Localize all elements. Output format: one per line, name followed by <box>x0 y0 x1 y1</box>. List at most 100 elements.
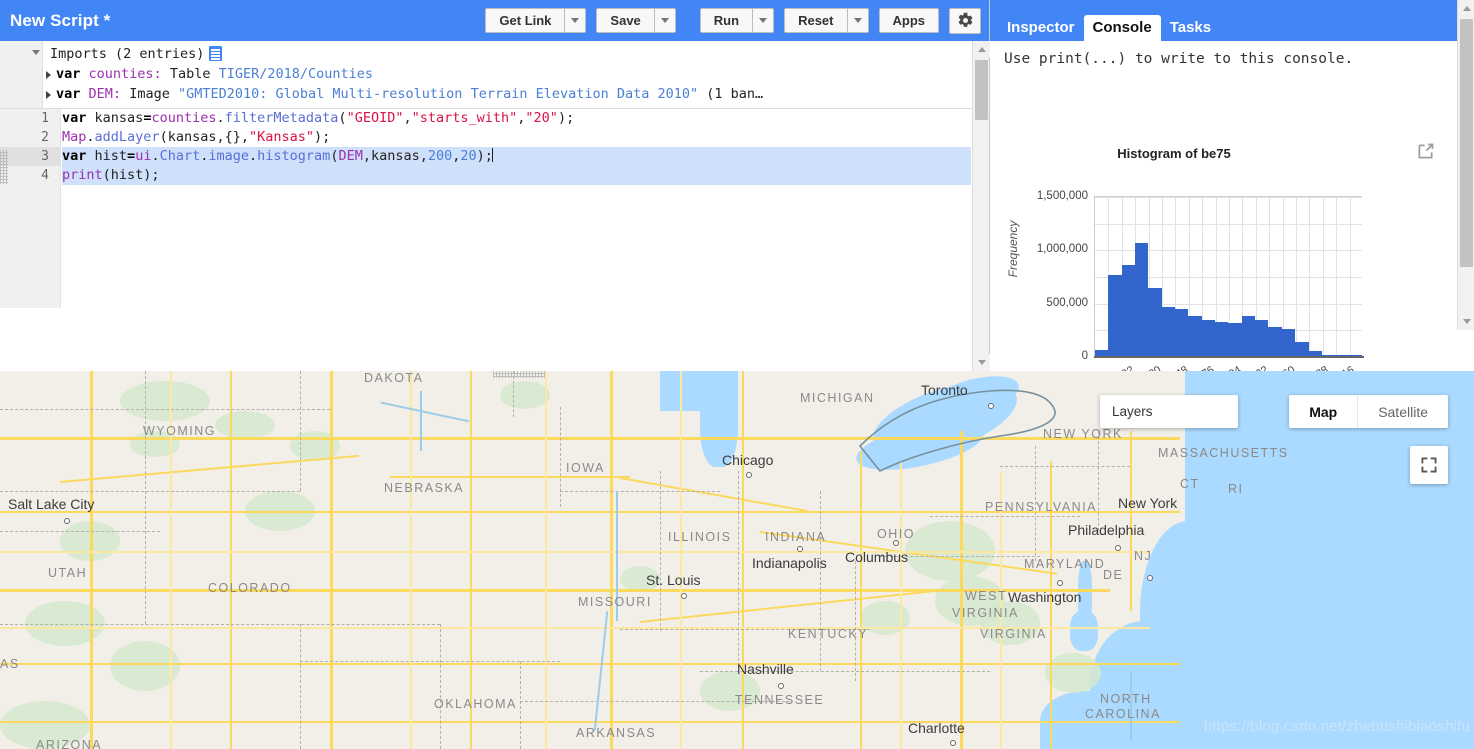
chart-bar[interactable] <box>1175 309 1189 356</box>
map-city-label: Columbus <box>845 549 909 565</box>
watermark-text: https://blog.csdn.net/zhebushibiaoshifu <box>1203 718 1470 735</box>
reset-group: Reset <box>784 8 869 33</box>
map-state-label: CT <box>1180 477 1200 491</box>
import-entry-dem[interactable]: var DEM: Image "GMTED2010: Global Multi-… <box>0 84 989 104</box>
chart-x-axis <box>1094 356 1364 358</box>
chart-x-tick-label: 1216 <box>1330 364 1357 371</box>
chart-bar[interactable] <box>1255 319 1269 356</box>
map-state-label: MISSOURI <box>578 595 652 609</box>
panel-drag-handle[interactable] <box>0 150 8 184</box>
reset-dropdown-arrow[interactable] <box>846 8 869 33</box>
fullscreen-icon <box>1421 457 1437 473</box>
scroll-down-arrow-icon[interactable] <box>973 354 990 371</box>
tab-inspector[interactable]: Inspector <box>998 15 1084 41</box>
map-state-label: NJ <box>1134 549 1153 563</box>
script-title: New Script * <box>10 10 111 30</box>
note-icon[interactable] <box>209 46 223 61</box>
map-city-dot <box>1147 575 1153 581</box>
apps-button[interactable]: Apps <box>878 8 939 33</box>
expand-caret-icon[interactable] <box>46 71 51 79</box>
chart-bars <box>1095 197 1362 356</box>
imports-collapse-caret-icon[interactable] <box>32 50 40 55</box>
import-value: TIGER/2018/Counties <box>218 66 374 82</box>
map-state-label: COLORADO <box>208 581 292 595</box>
line-number: 2 <box>41 130 49 145</box>
map-city-dot <box>746 472 752 478</box>
save-dropdown-arrow[interactable] <box>653 8 676 33</box>
console-scrollbar[interactable] <box>1457 0 1474 330</box>
console-panel: Inspector Console Tasks Use print(...) t… <box>990 0 1474 371</box>
scroll-up-arrow-icon[interactable] <box>1458 0 1474 17</box>
scroll-down-arrow-icon[interactable] <box>1458 313 1474 330</box>
chart-bar[interactable] <box>1135 243 1149 356</box>
editor-scrollbar[interactable] <box>972 41 990 371</box>
map-state-label: WYOMING <box>143 424 216 438</box>
tab-tasks[interactable]: Tasks <box>1161 15 1220 41</box>
chart-x-tick-label: 960 <box>1275 364 1297 371</box>
map-city-dot <box>893 540 899 546</box>
code-text[interactable]: var kansas=counties.filterMetadata("GEOI… <box>62 109 971 185</box>
map-resize-handle[interactable] <box>493 371 545 378</box>
chart-bar[interactable] <box>1241 316 1256 356</box>
chart-bar[interactable] <box>1121 264 1136 356</box>
chart-bar[interactable] <box>1161 306 1176 356</box>
chart-bar[interactable] <box>1201 319 1216 356</box>
line-number-gutter: 1 2 3 4 <box>0 109 61 308</box>
reset-button[interactable]: Reset <box>784 8 847 33</box>
map-state-label: IOWA <box>566 461 605 475</box>
chart-bar[interactable] <box>1281 329 1296 356</box>
layers-button[interactable]: Layers <box>1100 395 1238 428</box>
import-kw: var <box>56 66 81 82</box>
fullscreen-button[interactable] <box>1410 446 1448 484</box>
import-kw: var <box>56 86 81 102</box>
chart-bar[interactable] <box>1148 287 1162 356</box>
code-line-2: Map.addLayer(kansas,{},"Kansas"); <box>62 129 331 145</box>
imports-section[interactable]: Imports (2 entries) var counties: Table … <box>0 41 989 109</box>
console-body: Use print(...) to write to this console.… <box>990 41 1474 371</box>
map-state-label: DE <box>1103 568 1124 582</box>
map-city-dot <box>778 683 784 689</box>
chart-bar[interactable] <box>1228 322 1242 356</box>
map-state-label: NEW YORK <box>1043 427 1123 441</box>
chart-bar[interactable] <box>1268 326 1282 356</box>
chart-x-tick-label: 1088 <box>1303 364 1330 371</box>
expand-caret-icon[interactable] <box>46 91 51 99</box>
chart-bar[interactable] <box>1295 341 1309 356</box>
map-state-label: OHIO <box>877 527 915 541</box>
scrollbar-thumb[interactable] <box>1460 19 1473 267</box>
map-state-label: CAROLINA <box>1085 707 1161 721</box>
open-in-new-icon[interactable] <box>1415 141 1436 162</box>
map-state-label: KENTUCKY <box>788 627 869 641</box>
settings-button[interactable] <box>949 7 981 34</box>
chart-y-tick-label: 1,000,000 <box>1036 243 1088 256</box>
import-name: DEM: <box>88 86 122 102</box>
get-link-button[interactable]: Get Link <box>485 8 565 33</box>
chart-bar[interactable] <box>1108 274 1122 356</box>
get-link-dropdown-arrow[interactable] <box>564 8 587 33</box>
gear-icon <box>958 12 972 27</box>
scrollbar-thumb[interactable] <box>975 60 988 120</box>
import-value: "GMTED2010: Global Multi-resolution Terr… <box>177 86 699 102</box>
toolbar-buttons: Get Link Save Run Reset Apps <box>485 0 981 41</box>
chart-bar[interactable] <box>1188 316 1202 356</box>
tab-console[interactable]: Console <box>1083 15 1161 41</box>
save-button[interactable]: Save <box>596 8 654 33</box>
map-type-map[interactable]: Map <box>1289 395 1357 428</box>
histogram-chart: Histogram of be75 Frequency 1,500,000 1,0… <box>998 146 1398 371</box>
map-type-switcher: Map Satellite <box>1289 395 1448 428</box>
map-state-label: OKLAHOMA <box>434 697 517 711</box>
map-city-label: St. Louis <box>646 572 701 588</box>
code-line-3: var hist=ui.Chart.image.histogram(DEM,ka… <box>62 147 971 166</box>
map-viewport[interactable]: KANSAS United States HOWYOMINGNEBRASKAIO… <box>0 371 1474 749</box>
chart-title: Histogram of be75 <box>1117 146 1231 161</box>
scroll-up-arrow-icon[interactable] <box>973 41 990 58</box>
code-area[interactable]: 1 2 3 4 var kansas=counties.filterMetada… <box>0 109 989 308</box>
imports-header-row: Imports (2 entries) <box>0 44 989 64</box>
run-button[interactable]: Run <box>699 8 753 33</box>
map-type-satellite[interactable]: Satellite <box>1357 395 1448 428</box>
run-group: Run <box>699 8 775 33</box>
map-city-label: New York <box>1118 495 1178 511</box>
chart-bar[interactable] <box>1215 322 1229 356</box>
import-entry-counties[interactable]: var counties: Table TIGER/2018/Counties <box>0 64 989 84</box>
run-dropdown-arrow[interactable] <box>752 8 775 33</box>
